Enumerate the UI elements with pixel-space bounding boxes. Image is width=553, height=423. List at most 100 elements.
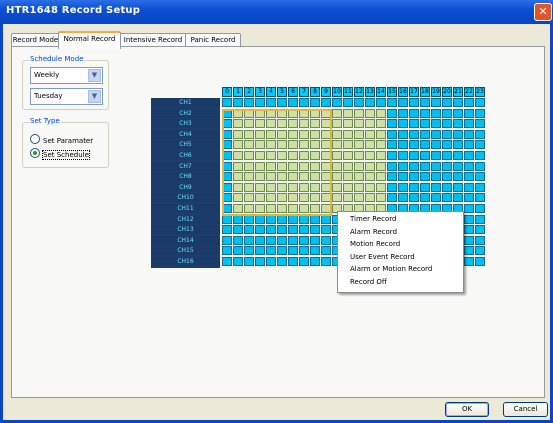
schedule-cell[interactable] — [310, 119, 320, 129]
schedule-cell[interactable] — [310, 172, 320, 182]
schedule-cell[interactable] — [288, 172, 298, 182]
channel-label[interactable]: CH1 — [151, 98, 220, 107]
schedule-cell[interactable] — [420, 98, 430, 107]
schedule-cell[interactable] — [409, 98, 419, 107]
schedule-cell[interactable] — [475, 193, 485, 203]
schedule-cell[interactable] — [376, 108, 386, 118]
schedule-cell[interactable] — [354, 140, 364, 150]
schedule-cell[interactable] — [222, 151, 232, 160]
schedule-cell[interactable] — [354, 151, 364, 160]
schedule-cell[interactable] — [387, 161, 397, 171]
channel-label[interactable]: CH10 — [151, 193, 220, 203]
schedule-cell[interactable] — [277, 225, 287, 235]
set-schedule-radio[interactable]: Set Schedule — [30, 148, 90, 160]
schedule-cell[interactable] — [321, 119, 331, 129]
schedule-cell[interactable] — [277, 108, 287, 118]
schedule-cell[interactable] — [365, 193, 375, 203]
schedule-cell[interactable] — [299, 140, 309, 150]
schedule-cell[interactable] — [277, 182, 287, 192]
chevron-down-icon[interactable]: ▼ — [88, 90, 101, 103]
schedule-cell[interactable] — [299, 172, 309, 182]
hour-header-cell[interactable]: 21 — [453, 87, 463, 97]
schedule-cell[interactable] — [409, 182, 419, 192]
schedule-cell[interactable] — [398, 98, 408, 107]
schedule-cell[interactable] — [332, 172, 342, 182]
schedule-cell[interactable] — [431, 151, 441, 160]
schedule-cell[interactable] — [255, 204, 265, 213]
schedule-cell[interactable] — [442, 140, 452, 150]
close-icon[interactable]: ✕ — [534, 3, 552, 21]
schedule-cell[interactable] — [299, 225, 309, 235]
schedule-cell[interactable] — [266, 161, 276, 171]
schedule-cell[interactable] — [277, 140, 287, 150]
chevron-down-icon[interactable]: ▼ — [88, 69, 101, 82]
schedule-cell[interactable] — [387, 98, 397, 107]
schedule-cell[interactable] — [222, 98, 232, 107]
schedule-cell[interactable] — [310, 193, 320, 203]
schedule-cell[interactable] — [299, 161, 309, 171]
schedule-cell[interactable] — [244, 140, 254, 150]
schedule-cell[interactable] — [321, 246, 331, 256]
schedule-cell[interactable] — [365, 119, 375, 129]
schedule-cell[interactable] — [310, 235, 320, 245]
schedule-cell[interactable] — [222, 246, 232, 256]
schedule-cell[interactable] — [233, 225, 243, 235]
schedule-cell[interactable] — [398, 129, 408, 139]
schedule-cell[interactable] — [442, 193, 452, 203]
schedule-cell[interactable] — [244, 204, 254, 213]
schedule-cell[interactable] — [222, 129, 232, 139]
tab-panic-record[interactable]: Panic Record — [185, 33, 241, 47]
schedule-cell[interactable] — [365, 161, 375, 171]
schedule-day-select[interactable]: Tuesday ▼ — [30, 88, 103, 105]
schedule-cell[interactable] — [321, 98, 331, 107]
schedule-cell[interactable] — [442, 182, 452, 192]
schedule-cell[interactable] — [321, 204, 331, 213]
channel-label[interactable]: CH2 — [151, 108, 220, 118]
schedule-cell[interactable] — [376, 182, 386, 192]
schedule-cell[interactable] — [343, 129, 353, 139]
channel-label[interactable]: CH11 — [151, 204, 220, 213]
set-parameter-radio[interactable]: Set Paramater — [30, 134, 93, 145]
hour-header-cell[interactable]: 18 — [420, 87, 430, 97]
schedule-cell[interactable] — [464, 140, 474, 150]
schedule-cell[interactable] — [266, 129, 276, 139]
schedule-cell[interactable] — [343, 140, 353, 150]
schedule-cell[interactable] — [453, 119, 463, 129]
schedule-cell[interactable] — [409, 108, 419, 118]
schedule-cell[interactable] — [233, 129, 243, 139]
schedule-cell[interactable] — [233, 108, 243, 118]
schedule-cell[interactable] — [255, 119, 265, 129]
schedule-cell[interactable] — [255, 225, 265, 235]
schedule-cell[interactable] — [376, 151, 386, 160]
schedule-cell[interactable] — [464, 182, 474, 192]
schedule-cell[interactable] — [332, 182, 342, 192]
schedule-cell[interactable] — [398, 108, 408, 118]
schedule-cell[interactable] — [409, 193, 419, 203]
channel-label[interactable]: CH16 — [151, 257, 220, 266]
schedule-cell[interactable] — [233, 246, 243, 256]
schedule-cell[interactable] — [332, 98, 342, 107]
schedule-cell[interactable] — [277, 161, 287, 171]
schedule-cell[interactable] — [222, 161, 232, 171]
schedule-cell[interactable] — [310, 151, 320, 160]
schedule-cell[interactable] — [222, 172, 232, 182]
schedule-cell[interactable] — [376, 140, 386, 150]
context-menu-item[interactable]: Record Off — [350, 276, 387, 288]
schedule-cell[interactable] — [409, 119, 419, 129]
schedule-cell[interactable] — [255, 257, 265, 266]
context-menu-item[interactable]: User Event Record — [350, 251, 415, 263]
schedule-cell[interactable] — [420, 193, 430, 203]
schedule-cell[interactable] — [266, 246, 276, 256]
schedule-cell[interactable] — [321, 140, 331, 150]
schedule-cell[interactable] — [321, 108, 331, 118]
schedule-cell[interactable] — [354, 98, 364, 107]
schedule-cell[interactable] — [244, 246, 254, 256]
schedule-cell[interactable] — [244, 235, 254, 245]
schedule-cell[interactable] — [332, 193, 342, 203]
schedule-cell[interactable] — [266, 108, 276, 118]
schedule-cell[interactable] — [321, 182, 331, 192]
schedule-cell[interactable] — [420, 140, 430, 150]
schedule-cell[interactable] — [255, 140, 265, 150]
channel-label[interactable]: CH4 — [151, 129, 220, 139]
schedule-cell[interactable] — [321, 235, 331, 245]
